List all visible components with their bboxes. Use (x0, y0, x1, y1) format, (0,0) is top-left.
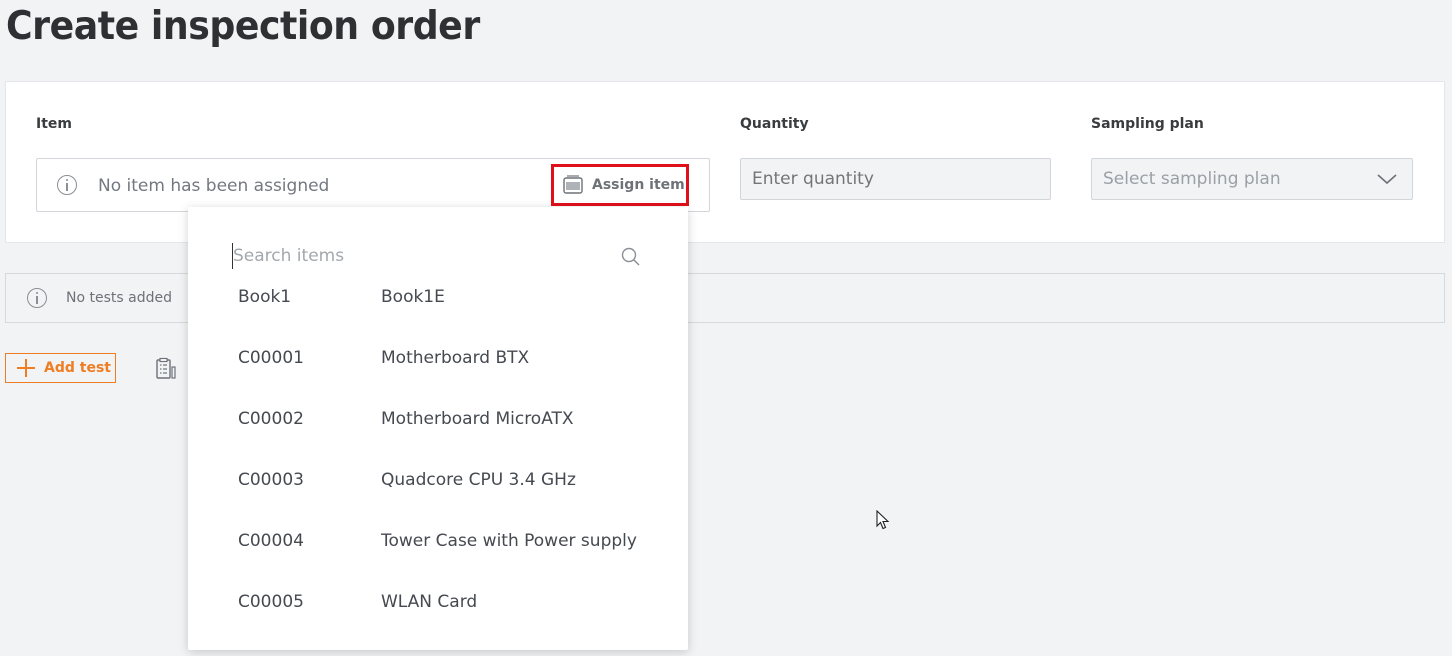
list-item[interactable]: Book1 Book1E (188, 277, 688, 338)
assign-item-label: Assign item (592, 177, 685, 193)
item-code: C00002 (238, 409, 304, 429)
sampling-plan-placeholder: Select sampling plan (1103, 169, 1281, 189)
info-icon (27, 288, 47, 308)
item-code: Book1 (238, 287, 292, 307)
add-test-label: Add test (44, 360, 111, 376)
item-name: Book1E (381, 287, 445, 307)
quantity-input[interactable] (740, 158, 1051, 200)
list-item[interactable]: C00002 Motherboard MicroATX (188, 399, 688, 460)
item-name: Motherboard MicroATX (381, 409, 574, 429)
item-field: No item has been assigned Assign item (36, 158, 710, 212)
item-code: C00004 (238, 531, 304, 551)
assign-item-button[interactable]: Assign item (551, 164, 689, 206)
cursor-icon (876, 510, 890, 530)
checklist-icon[interactable] (154, 357, 178, 381)
barcode-icon (563, 175, 583, 194)
item-result-list: Book1 Book1E C00001 Motherboard BTX C000… (188, 277, 688, 643)
info-icon (57, 175, 77, 195)
search-icon[interactable] (620, 246, 642, 268)
tests-empty-text: No tests added (66, 290, 172, 306)
item-code: C00003 (238, 470, 304, 490)
item-code: C00005 (238, 592, 304, 612)
list-item[interactable]: C00004 Tower Case with Power supply (188, 521, 688, 582)
list-item[interactable]: C00001 Motherboard BTX (188, 338, 688, 399)
add-test-button[interactable]: Add test (5, 353, 116, 383)
item-name: Motherboard BTX (381, 348, 530, 368)
sampling-plan-select[interactable]: Select sampling plan (1091, 158, 1413, 200)
item-name: WLAN Card (381, 592, 478, 612)
list-item[interactable]: C00003 Quadcore CPU 3.4 GHz (188, 460, 688, 521)
page-title: Create inspection order (6, 4, 480, 49)
chevron-down-icon (1377, 174, 1397, 185)
item-name: Tower Case with Power supply (381, 531, 637, 551)
item-label: Item (36, 116, 72, 132)
item-empty-text: No item has been assigned (98, 176, 330, 196)
quantity-label: Quantity (740, 116, 809, 132)
list-item[interactable]: C00005 WLAN Card (188, 582, 688, 643)
item-name: Quadcore CPU 3.4 GHz (381, 470, 576, 490)
plus-icon (16, 358, 36, 378)
search-input[interactable] (232, 243, 612, 269)
item-code: C00001 (238, 348, 304, 368)
sampling-plan-label: Sampling plan (1091, 116, 1204, 132)
item-search-dropdown: Book1 Book1E C00001 Motherboard BTX C000… (188, 207, 688, 650)
